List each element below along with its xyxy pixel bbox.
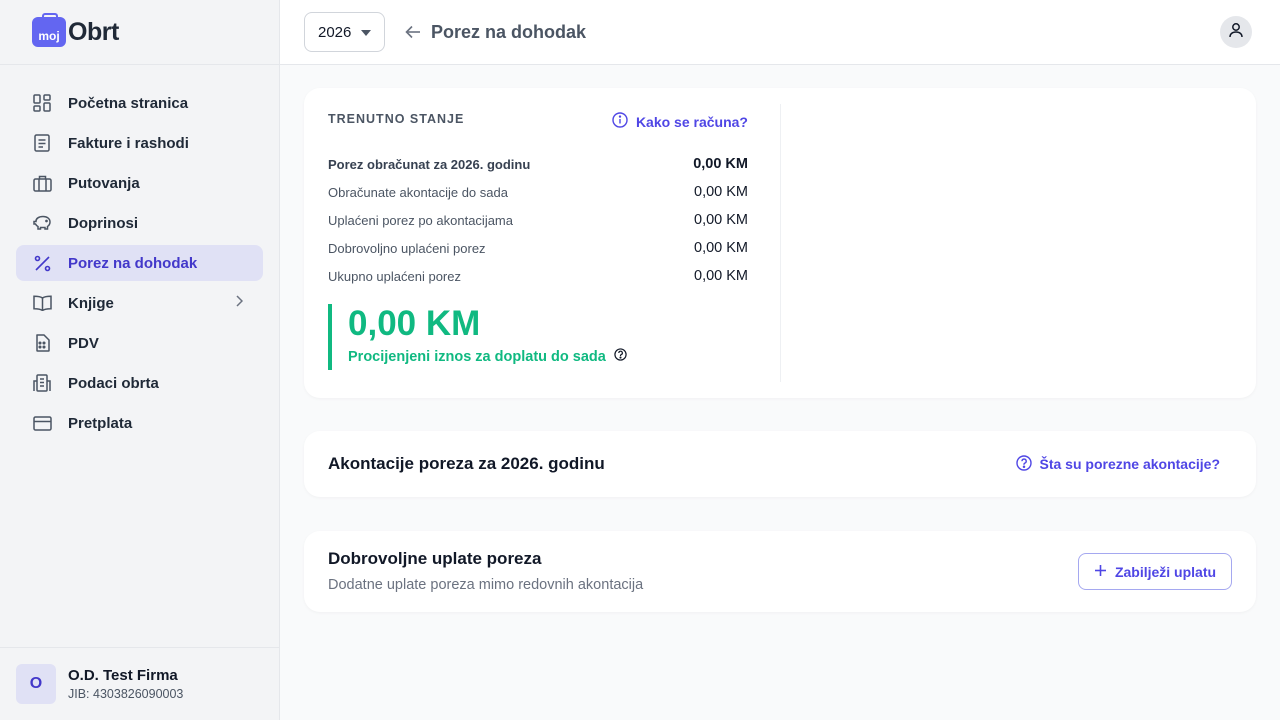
sidebar-nav: Početna stranica Fakture i rashodi Putov… (0, 65, 279, 465)
row-value: 0,00 KM (694, 268, 748, 284)
document-icon (32, 133, 52, 153)
estimate-label: Procijenjeni iznos za doplatu do sada (348, 348, 606, 365)
row-value: 0,00 KM (694, 212, 748, 228)
briefcase-icon (32, 173, 52, 193)
row-value: 0,00 KM (694, 240, 748, 256)
piggy-bank-icon (32, 213, 52, 233)
calculator-icon (32, 333, 52, 353)
sidebar-item-label: Početna stranica (68, 94, 189, 112)
how-calculated-link[interactable]: Kako se računa? (612, 112, 748, 131)
sidebar-item-pocetna[interactable]: Početna stranica (16, 85, 263, 121)
estimate-label-wrap: Procijenjeni iznos za doplatu do sada (348, 348, 748, 365)
estimate-block: 0,00 KM Procijenjeni iznos za doplatu do… (328, 304, 748, 370)
sidebar-item-label: Putovanja (68, 174, 140, 192)
user-jib: JIB: 4303826090003 (68, 687, 184, 701)
top-bar: 2026 Porez na dohodak (280, 0, 1280, 65)
status-card: TRENUTNO STANJE Kako se računa? Porez ob… (304, 88, 1256, 398)
logo-text: Obrt (68, 17, 119, 46)
advances-card: Akontacije poreza za 2026. godinu Šta su… (304, 431, 1256, 497)
chevron-down-icon (361, 30, 371, 36)
how-calculated-label: Kako se računa? (635, 113, 748, 130)
sidebar-item-putovanja[interactable]: Putovanja (16, 165, 263, 201)
sidebar-item-label: Doprinosi (68, 214, 138, 232)
user-info: O.D. Test Firma JIB: 4303826090003 (68, 667, 183, 701)
sidebar-item-label: Fakture i rashodi (68, 134, 189, 152)
advances-title: Akontacije poreza za 2026. godinu (328, 454, 605, 473)
record-payment-button[interactable]: Zabilježi uplatu (1078, 553, 1232, 590)
row-label: Porez obračunat za 2026. godinu (328, 156, 531, 172)
user-icon (1229, 22, 1243, 43)
row-value: 0,00 KM (694, 184, 748, 200)
sidebar: moj Obrt Početna stranica Fakture i rash… (0, 0, 280, 720)
user-menu-button[interactable] (1220, 16, 1252, 48)
status-row: Obračunate akontacije do sada 0,00 KM (328, 178, 748, 206)
status-row: Uplaćeni porez po akontacijama 0,00 KM (328, 206, 748, 234)
row-label: Uplaćeni porez po akontacijama (328, 212, 513, 228)
row-label: Ukupno uplaćeni porez (328, 268, 461, 284)
user-name: O.D. Test Firma (68, 667, 178, 684)
vertical-divider (780, 104, 781, 382)
plus-icon (1094, 564, 1115, 580)
avatar: O (16, 664, 56, 704)
sidebar-item-label: PDV (68, 334, 99, 352)
chevron-right-icon (235, 294, 244, 312)
sidebar-item-label: Pretplata (68, 414, 133, 432)
year-select-value: 2026 (318, 23, 352, 41)
row-label: Obračunate akontacije do sada (328, 184, 508, 200)
back-arrow-icon[interactable] (405, 25, 421, 39)
advances-help-link[interactable]: Šta su porezne akontacije? (1015, 454, 1221, 474)
voluntary-payments-card: Dobrovoljne uplate poreza Dodatne uplate… (304, 531, 1256, 612)
advances-help-label: Šta su porezne akontacije? (1039, 456, 1221, 472)
row-value: 0,00 KM (693, 156, 748, 172)
sidebar-item-label: Podaci obrta (68, 374, 159, 392)
question-icon (1015, 454, 1040, 474)
status-row: Dobrovoljno uplaćeni porez 0,00 KM (328, 234, 748, 262)
row-label: Dobrovoljno uplaćeni porez (328, 240, 486, 256)
percent-icon (32, 253, 52, 273)
credit-card-icon (32, 413, 52, 433)
brand-logo[interactable]: moj Obrt (0, 0, 279, 65)
question-icon[interactable] (606, 348, 627, 365)
sidebar-item-doprinosi[interactable]: Doprinosi (16, 205, 263, 241)
sidebar-item-fakture[interactable]: Fakture i rashodi (16, 125, 263, 161)
book-icon (32, 293, 52, 313)
sidebar-item-podaci-obrta[interactable]: Podaci obrta (16, 365, 263, 401)
status-rows: Porez obračunat za 2026. godinu 0,00 KM … (328, 150, 748, 290)
sidebar-item-label: Knjige (68, 294, 114, 312)
status-summary: TRENUTNO STANJE Kako se računa? Porez ob… (328, 112, 748, 370)
year-select[interactable]: 2026 (304, 12, 385, 52)
estimate-amount: 0,00 KM (348, 304, 481, 343)
building-icon (32, 373, 52, 393)
page-title: Porez na dohodak (431, 21, 587, 42)
sidebar-item-label: Porez na dohodak (68, 254, 198, 272)
user-profile[interactable]: O O.D. Test Firma JIB: 4303826090003 (0, 647, 279, 720)
info-icon (612, 112, 636, 131)
sidebar-item-pretplata[interactable]: Pretplata (16, 405, 263, 441)
dashboard-icon (32, 93, 52, 113)
sidebar-item-knjige[interactable]: Knjige (16, 285, 263, 321)
record-payment-label: Zabilježi uplatu (1114, 563, 1217, 580)
logo-badge: moj (32, 13, 66, 47)
status-row: Porez obračunat za 2026. godinu 0,00 KM (328, 150, 748, 178)
sidebar-item-pdv[interactable]: PDV (16, 325, 263, 361)
status-row: Ukupno uplaćeni porez 0,00 KM (328, 262, 748, 290)
sidebar-item-porez[interactable]: Porez na dohodak (16, 245, 263, 281)
